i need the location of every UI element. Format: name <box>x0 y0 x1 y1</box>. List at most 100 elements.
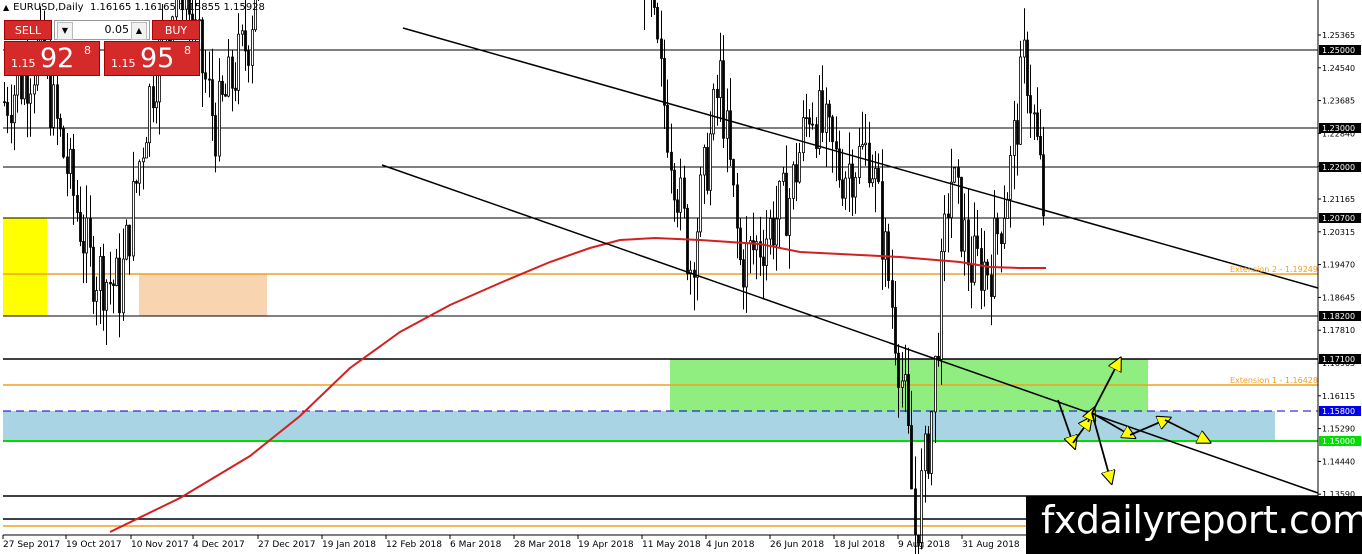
candle-body <box>1033 112 1036 115</box>
candle-body <box>861 144 864 147</box>
time-tick-label: 11 May 2018 <box>642 540 701 550</box>
candle-body <box>950 181 953 219</box>
price-level-label: 1.15000 <box>1322 437 1355 446</box>
sell-button[interactable]: SELL <box>4 20 52 40</box>
price-tick-label: 1.14440 <box>1322 457 1355 466</box>
buy-button[interactable]: BUY <box>152 20 200 40</box>
candle-body <box>953 167 956 183</box>
candle-body <box>884 231 887 260</box>
candle-body <box>102 256 105 311</box>
sell-price-quote[interactable]: 1.15 92 8 <box>4 41 100 76</box>
candle-body <box>673 169 676 201</box>
candle-body <box>864 142 867 146</box>
price-tick-label: 1.17810 <box>1322 326 1355 335</box>
candle-body <box>56 84 59 119</box>
candle-body <box>821 90 824 133</box>
triangle-up-icon: ▲ <box>3 3 10 12</box>
candle-body <box>138 161 141 184</box>
candle-body <box>142 157 145 163</box>
candle-body <box>1036 112 1039 137</box>
candle-body <box>778 180 781 220</box>
sell-price-prefix: 1.15 <box>11 57 36 70</box>
candle-body <box>79 212 82 242</box>
extension-2-label: Extension 2 - 1.19249 <box>1230 265 1318 274</box>
lot-dropdown-icon[interactable]: ▼ <box>57 22 73 40</box>
time-tick-label: 9 Aug 2018 <box>898 540 950 550</box>
candle-body <box>109 281 112 285</box>
candle-body <box>1042 154 1045 217</box>
candle-body <box>782 172 785 182</box>
candle-body <box>924 433 927 472</box>
candle-body <box>963 219 966 252</box>
candle-body <box>152 86 155 109</box>
candle-body <box>825 103 828 133</box>
candle-body <box>653 0 656 8</box>
buy-price-quote[interactable]: 1.15 95 8 <box>104 41 200 76</box>
candle-body <box>742 259 745 288</box>
sell-price-pips: 92 <box>40 43 75 74</box>
candle-body <box>218 80 221 157</box>
candle-body <box>980 248 983 291</box>
candle-body <box>99 256 102 291</box>
candle-body <box>996 217 999 235</box>
candle-body <box>858 145 861 178</box>
price-tick-label: 1.23685 <box>1322 97 1355 106</box>
candle-body <box>792 164 795 199</box>
candle-body <box>26 71 29 104</box>
one-click-trading-panel: SELL ▼ 0.05 ▲ BUY 1.15 92 8 1.15 95 8 <box>4 20 200 76</box>
lot-size-input[interactable]: 0.05 <box>73 21 131 39</box>
candle-body <box>835 141 838 150</box>
candle-body <box>706 147 709 191</box>
candle-body <box>72 148 75 196</box>
candle-body <box>62 128 65 158</box>
candle-body <box>930 411 933 474</box>
candle-body <box>894 306 897 354</box>
price-level-label: 1.15800 <box>1322 407 1355 416</box>
candle-body <box>934 355 937 413</box>
candle-body <box>234 87 237 91</box>
candle-body <box>132 181 135 257</box>
candle-body <box>709 133 712 191</box>
candle-body <box>95 290 98 302</box>
candle-body <box>745 242 748 288</box>
candle-body <box>237 33 240 91</box>
candle-body <box>1013 120 1016 156</box>
candle-body <box>122 258 125 314</box>
candle-body <box>1019 56 1022 145</box>
candle-body <box>251 29 254 66</box>
candle-body <box>871 178 874 184</box>
price-chart[interactable]: 1.253651.245401.236851.228401.219851.211… <box>0 0 1362 554</box>
candle-body <box>118 257 121 314</box>
candle-body <box>967 219 970 266</box>
candle-body <box>92 246 95 302</box>
candle-body <box>736 184 739 229</box>
candle-body <box>679 177 682 213</box>
lot-increase-icon[interactable]: ▲ <box>131 22 147 40</box>
candle-body <box>993 217 996 297</box>
candle-body <box>785 172 788 236</box>
chart-header: ▲ EURUSD,Daily 1.16165 1.16165 1.15855 1.… <box>3 2 265 13</box>
candle-body <box>851 163 854 198</box>
candle-body <box>739 227 742 261</box>
watermark-text: fxdailyreport.com <box>1041 498 1362 542</box>
candle-body <box>204 72 207 80</box>
candle-body <box>125 224 128 260</box>
candle-body <box>663 58 666 106</box>
candle-body <box>831 116 834 143</box>
candle-body <box>112 283 115 286</box>
candle-body <box>838 148 841 181</box>
price-level-label: 1.18200 <box>1322 312 1355 321</box>
candle-body <box>52 84 55 128</box>
candle-body <box>937 355 940 360</box>
time-tick-label: 19 Jan 2018 <box>322 540 376 550</box>
candle-body <box>729 110 732 160</box>
candle-body <box>59 118 62 130</box>
candle-body <box>128 224 131 257</box>
candle-body <box>221 80 224 95</box>
candle-body <box>914 488 917 536</box>
candle-body <box>224 94 227 97</box>
candle-body <box>943 213 946 252</box>
candle-body <box>85 217 88 254</box>
candle-body <box>703 147 706 176</box>
candle-body <box>686 207 689 275</box>
